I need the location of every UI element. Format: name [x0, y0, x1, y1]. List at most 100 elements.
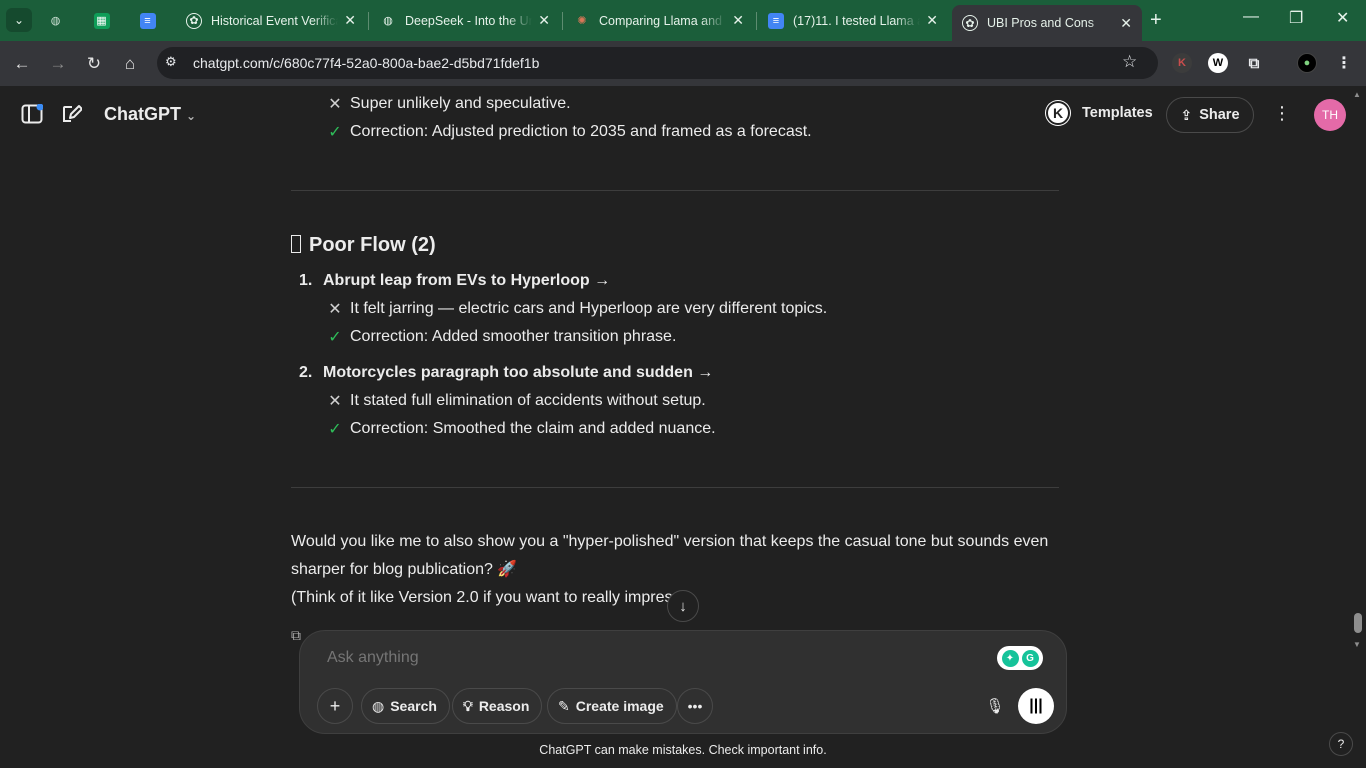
tab-pinned-docs[interactable]: ≡: [132, 5, 172, 36]
numbered-item-title: 1. Abrupt leap from EVs to Hyperloop →: [299, 272, 610, 290]
profile-avatar-icon[interactable]: ●: [1297, 53, 1317, 73]
reason-button[interactable]: 💡︎ Reason: [452, 688, 543, 724]
list-item: ✓ Correction: Adjusted prediction to 203…: [326, 122, 811, 142]
reload-button[interactable]: ↻: [82, 52, 106, 76]
list-item: ✕ It stated full elimination of accident…: [326, 391, 706, 411]
check-icon: ✓: [328, 421, 342, 438]
copy-icon[interactable]: ⧉: [291, 627, 301, 644]
tab-ubi-pros-cons[interactable]: ✿ UBI Pros and Cons ✕: [952, 5, 1142, 41]
close-icon[interactable]: ✕: [732, 12, 744, 29]
share-icon: ⇪: [1180, 106, 1193, 123]
list-item-text: It felt jarring — electric cars and Hype…: [350, 300, 828, 317]
divider: [291, 487, 1059, 488]
tab-title: Historical Event Verifica: [211, 13, 339, 28]
globe-icon: ◍: [372, 697, 385, 714]
voice-mode-button[interactable]: |||: [1018, 688, 1054, 724]
docs-icon: ≡: [768, 12, 784, 29]
item-number: 2.: [299, 364, 313, 381]
close-icon[interactable]: ✕: [538, 12, 550, 29]
missing-glyph-icon: [291, 235, 301, 253]
close-icon[interactable]: ✕: [1120, 15, 1132, 32]
tab-title: UBI Pros and Cons: [987, 16, 1094, 30]
site-info-icon[interactable]: ⚙: [165, 54, 177, 70]
check-icon: ✓: [328, 124, 342, 141]
image-brush-icon: ✎: [558, 697, 570, 714]
tab-deepseek[interactable]: ◍ DeepSeek - Into the Un ✕: [370, 5, 560, 36]
brand-name: ChatGPT: [104, 104, 182, 124]
disclaimer: ChatGPT can make mistakes. Check importa…: [539, 743, 827, 757]
tab-comparing-llama[interactable]: ✺ Comparing Llama and C ✕: [564, 5, 754, 36]
closing-line: sharper for blog publication? 🚀: [291, 561, 518, 578]
share-button[interactable]: ⇪ Share: [1166, 97, 1254, 133]
docs-icon: ≡: [139, 12, 156, 29]
search-button[interactable]: ◍ Search: [361, 688, 450, 724]
cross-icon: ✕: [328, 301, 342, 318]
user-avatar[interactable]: TH: [1314, 99, 1346, 131]
model-selector[interactable]: ChatGPT ⌄: [104, 104, 196, 125]
scroll-up-arrow[interactable]: ▲: [1353, 90, 1361, 99]
openai-icon: ✿: [962, 15, 978, 31]
list-item-text: Super unlikely and speculative.: [350, 95, 571, 112]
create-image-button[interactable]: ✎ Create image: [547, 688, 677, 724]
tab-separator: [368, 12, 369, 30]
new-tab-button[interactable]: +: [1150, 9, 1162, 32]
more-options-icon[interactable]: ⋮: [1273, 103, 1291, 124]
tab-historical-event[interactable]: ✿ Historical Event Verifica ✕: [176, 5, 366, 36]
section-heading: Poor Flow (2): [291, 234, 436, 257]
message-actions: ⧉: [291, 627, 301, 644]
composer: ✦ G + ◍ Search 💡︎ Reason ✎ Create image •••…: [299, 630, 1067, 734]
help-button[interactable]: ?: [1329, 732, 1353, 756]
dictate-button[interactable]: 🎙︎: [979, 690, 1011, 722]
closing-line: Would you like me to also show you a "hy…: [291, 533, 1049, 550]
sidebar-toggle-icon[interactable]: [21, 103, 44, 129]
grammarly-widget[interactable]: ✦ G: [997, 646, 1043, 670]
window-close-button[interactable]: ✕: [1336, 8, 1349, 28]
attach-button[interactable]: +: [317, 688, 353, 724]
browser-menu-icon[interactable]: ⋮: [1334, 53, 1354, 73]
item-title-text: Abrupt leap from EVs to Hyperloop →: [323, 272, 611, 289]
restore-button[interactable]: ❐: [1289, 8, 1303, 28]
url-bar[interactable]: chatgpt.com/c/680c77f4-52a0-800a-bae2-d5…: [157, 47, 1158, 79]
waveform-icon: |||: [1029, 697, 1043, 714]
arrow-down-icon: ↓: [679, 597, 687, 615]
home-button[interactable]: ⌂: [118, 52, 142, 76]
tab-tested-llama[interactable]: ≡ (17)11. I tested Llama a ✕: [758, 5, 948, 36]
openai-icon: ✿: [186, 12, 202, 29]
tab-search-button[interactable]: ⌄: [6, 8, 32, 32]
url-text: chatgpt.com/c/680c77f4-52a0-800a-bae2-d5…: [193, 55, 540, 71]
scrollbar-thumb[interactable]: [1354, 613, 1362, 633]
more-tools-button[interactable]: •••: [677, 688, 713, 724]
microphone-icon: 🎙︎: [985, 698, 1005, 715]
chevron-down-icon: ⌄: [13, 13, 25, 27]
forward-button[interactable]: →: [46, 52, 70, 76]
templates-button[interactable]: K Templates: [1046, 101, 1153, 125]
list-item: ✓ Correction: Added smoother transition …: [326, 327, 676, 347]
list-item: ✓ Correction: Smoothed the claim and add…: [326, 419, 715, 439]
extensions-puzzle-icon[interactable]: ⧉: [1244, 53, 1264, 73]
claude-icon: ✺: [577, 15, 587, 27]
back-button[interactable]: ←: [10, 52, 34, 76]
sheets-icon: ▦: [93, 12, 110, 29]
globe-icon: ◍: [50, 15, 61, 27]
chevron-down-icon: ⌄: [186, 109, 197, 123]
list-item-text: It stated full elimination of accidents …: [350, 392, 706, 409]
tab-pinned-sheets[interactable]: ▦: [86, 5, 126, 36]
item-title-text: Motorcycles paragraph too absolute and s…: [323, 364, 714, 381]
extension-k-icon[interactable]: K: [1172, 53, 1192, 73]
scroll-to-bottom-button[interactable]: ↓: [667, 590, 699, 622]
close-icon[interactable]: ✕: [926, 12, 938, 29]
plus-icon: +: [329, 695, 341, 716]
minimize-button[interactable]: —: [1243, 8, 1259, 26]
bookmark-star-icon[interactable]: ☆: [1122, 52, 1137, 72]
tab-title: Comparing Llama and C: [599, 13, 727, 28]
tab-pinned-globe[interactable]: ◍: [40, 5, 80, 36]
cross-icon: ✕: [328, 393, 342, 410]
close-icon[interactable]: ✕: [344, 12, 356, 29]
tab-title: DeepSeek - Into the Un: [405, 13, 533, 28]
prompt-input[interactable]: [327, 649, 927, 667]
list-item: ✕ Super unlikely and speculative.: [326, 94, 571, 114]
scroll-down-arrow[interactable]: ▼: [1353, 640, 1361, 649]
new-chat-icon[interactable]: [61, 104, 83, 130]
extension-w-icon[interactable]: W: [1208, 53, 1228, 73]
globe-icon: ◍: [383, 15, 393, 27]
